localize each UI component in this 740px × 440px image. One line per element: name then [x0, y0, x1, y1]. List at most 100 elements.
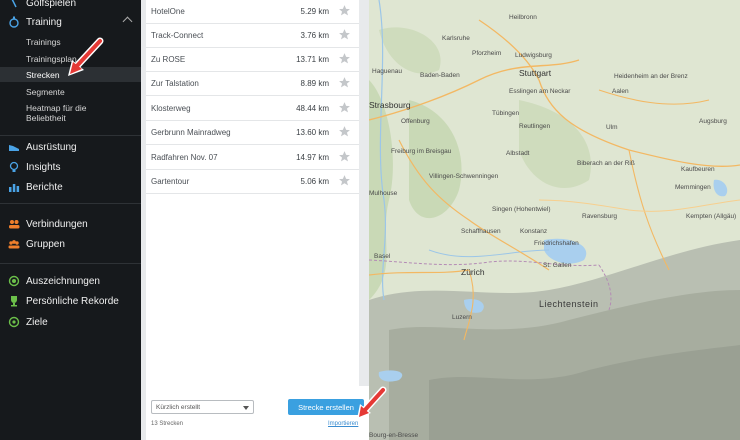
star-icon[interactable] — [338, 28, 351, 41]
route-distance: 8.89 km — [300, 79, 329, 88]
route-row[interactable]: Zur Talstation 8.89 km — [146, 72, 359, 96]
sidebar-item-label: Auszeichnungen — [26, 275, 100, 287]
annotation-arrow — [68, 37, 104, 76]
map-label: Pforzheim — [472, 50, 502, 57]
map-label: St. Gallen — [543, 262, 572, 269]
star-icon[interactable] — [338, 150, 351, 163]
star-icon[interactable] — [338, 125, 351, 138]
annotation-arrow — [357, 386, 387, 419]
group-icon — [8, 238, 20, 250]
route-row[interactable]: Zu ROSE 13.71 km — [146, 48, 359, 72]
route-name[interactable]: Zu ROSE — [151, 55, 185, 64]
route-distance: 13.71 km — [296, 55, 329, 64]
sidebar-item-auszeichnungen[interactable]: Auszeichnungen — [0, 272, 141, 290]
routes-footer: Kürzlich erstellt Strecke erstellen 13 S… — [146, 386, 369, 440]
map-label: Biberach an der Riß — [577, 160, 635, 167]
map-label: Haguenau — [372, 68, 402, 75]
star-icon[interactable] — [338, 76, 351, 89]
route-name[interactable]: HotelOne — [151, 7, 185, 16]
sidebar-sub-segmente[interactable]: Segmente — [0, 86, 141, 98]
sidebar-item-ziele[interactable]: Ziele — [0, 313, 141, 331]
route-name[interactable]: Gartentour — [151, 177, 189, 186]
star-icon[interactable] — [338, 52, 351, 65]
map-label: Strasbourg — [369, 100, 411, 110]
map-label: Augsburg — [699, 118, 727, 125]
route-row[interactable]: Track-Connect 3.76 km — [146, 24, 359, 48]
sidebar-item-gruppen[interactable]: Gruppen — [0, 235, 141, 253]
route-row[interactable]: Gerbrunn Mainradweg 13.60 km — [146, 121, 359, 145]
sidebar-item-berichte[interactable]: Berichte — [0, 178, 141, 196]
route-distance: 3.76 km — [300, 31, 329, 40]
route-name[interactable]: Radfahren Nov. 07 — [151, 153, 218, 162]
lightbulb-icon — [8, 161, 20, 173]
map-label: Schaffhausen — [461, 228, 501, 235]
sidebar-item-rekorde[interactable]: Persönliche Rekorde — [0, 292, 141, 310]
route-distance: 5.29 km — [300, 7, 329, 16]
heatmap-label-line2: Beliebtheit — [26, 113, 66, 123]
star-icon[interactable] — [338, 4, 351, 17]
trophy-icon — [8, 295, 20, 307]
sidebar-item-label: Verbindungen — [26, 218, 88, 230]
star-icon[interactable] — [338, 174, 351, 187]
sidebar-item-label: Ausrüstung — [26, 141, 77, 153]
route-name[interactable]: Track-Connect — [151, 31, 203, 40]
map-label: Kaufbeuren — [681, 166, 715, 173]
map-label: Albstadt — [506, 150, 530, 157]
map-label: Tübingen — [492, 110, 520, 117]
caret-down-icon — [243, 406, 249, 410]
map-label: Friedrichshafen — [534, 240, 579, 247]
map-label: Singen (Hohentwiel) — [492, 206, 551, 213]
map-terrain — [369, 0, 740, 440]
route-distance: 48.44 km — [296, 104, 329, 113]
sidebar-item-training[interactable]: Training — [0, 13, 141, 31]
bar-chart-icon — [8, 181, 20, 193]
sidebar-divider — [0, 263, 141, 264]
map-label: Memmingen — [675, 184, 711, 191]
heatmap-label-line1: Heatmap für die — [26, 103, 87, 113]
map-label: Villingen-Schwenningen — [429, 173, 499, 180]
star-icon[interactable] — [338, 101, 351, 114]
map-label: Liechtenstein — [539, 299, 599, 309]
map-label: Bourg-en-Bresse — [369, 432, 419, 439]
route-row[interactable]: Gartentour 5.06 km — [146, 170, 359, 194]
chevron-up-icon[interactable] — [122, 16, 133, 27]
sidebar-item-verbindungen[interactable]: Verbindungen — [0, 215, 141, 233]
golf-icon — [8, 0, 20, 9]
route-distance: 14.97 km — [296, 153, 329, 162]
sidebar-item-label: Persönliche Rekorde — [26, 295, 119, 307]
route-distance: 5.06 km — [300, 177, 329, 186]
map-label: Stuttgart — [519, 68, 552, 78]
map-label: Kempten (Allgäu) — [686, 213, 737, 220]
map-label: Freiburg im Breisgau — [391, 148, 452, 155]
route-name[interactable]: Klosterweg — [151, 104, 191, 113]
sidebar-item-label: Berichte — [26, 181, 63, 193]
sidebar-item-insights[interactable]: Insights — [0, 158, 141, 176]
map-label: Karlsruhe — [442, 35, 470, 42]
sidebar-item-label: Ziele — [26, 316, 48, 328]
badge-icon — [8, 275, 20, 287]
route-name[interactable]: Gerbrunn Mainradweg — [151, 128, 231, 137]
sort-select[interactable]: Kürzlich erstellt — [151, 400, 254, 414]
routes-panel: HotelOne 5.29 km Track-Connect 3.76 km Z… — [141, 0, 369, 440]
shoe-icon — [8, 141, 20, 153]
route-row[interactable]: Klosterweg 48.44 km — [146, 97, 359, 121]
stopwatch-icon — [8, 16, 20, 28]
sidebar-item-label: Gruppen — [26, 238, 65, 250]
map-label: Aalen — [612, 88, 629, 95]
route-row[interactable]: Radfahren Nov. 07 14.97 km — [146, 146, 359, 170]
map-label: Zürich — [461, 267, 485, 277]
map-label: Heidenheim an der Brenz — [614, 73, 688, 80]
route-row[interactable]: HotelOne 5.29 km — [146, 0, 359, 24]
map-label: Esslingen am Neckar — [509, 88, 571, 95]
sidebar-divider — [0, 203, 141, 204]
sidebar-item-golf[interactable]: Golfspielen — [0, 0, 141, 12]
map-label: Offenburg — [401, 118, 430, 125]
sidebar-sub-heatmap[interactable]: Heatmap für die Beliebtheit — [0, 103, 141, 127]
map-label: Heilbronn — [509, 14, 537, 21]
sidebar-item-ausruestung[interactable]: Ausrüstung — [0, 138, 141, 156]
route-count: 13 Strecken — [151, 421, 184, 427]
route-name[interactable]: Zur Talstation — [151, 79, 199, 88]
map-label: Mulhouse — [369, 190, 398, 197]
map-label: Ravensburg — [582, 213, 618, 220]
map[interactable]: Heilbronn Karlsruhe Pforzheim Ludwigsbur… — [369, 0, 740, 440]
